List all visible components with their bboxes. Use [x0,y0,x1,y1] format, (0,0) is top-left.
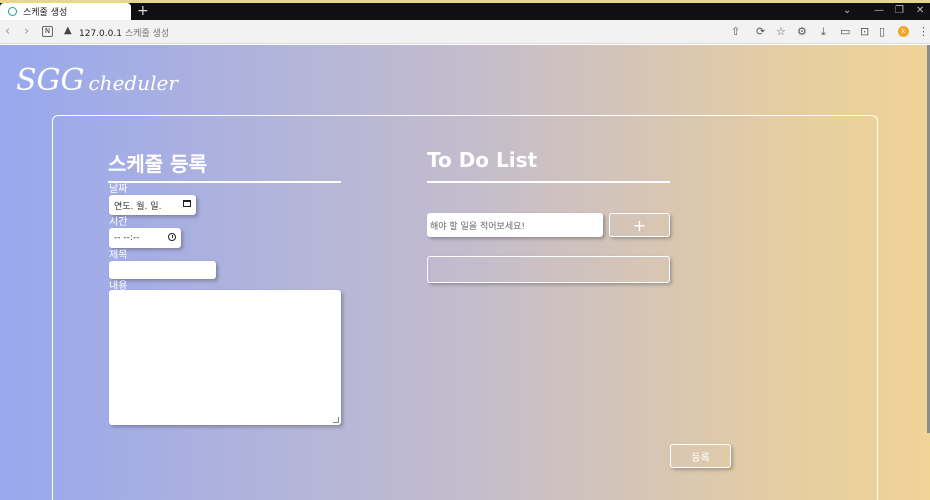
site-info-icon[interactable]: N [42,26,53,37]
browser-tab[interactable]: 스케줄 생성 [0,3,131,20]
todo-section-title: To Do List [427,148,538,172]
translate-icon[interactable]: ⟳ [756,25,765,38]
back-icon[interactable]: ‹ [5,24,10,39]
url-path: 스케줄 생성 [124,29,170,39]
calendar-icon[interactable] [183,200,191,207]
share-icon[interactable]: ⇧ [731,25,740,38]
subject-label: 제목 [109,250,128,261]
clock-icon[interactable] [168,233,176,241]
logo-initials: SGG [16,63,85,98]
schedule-section-title: 스케줄 등록 [108,152,207,176]
restore-icon[interactable]: ❐ [895,5,904,16]
url-host: 127.0.0.1 [79,29,122,39]
new-tab-button[interactable]: + [137,4,149,18]
side-panel-icon[interactable]: ▯ [879,25,885,38]
profile-avatar[interactable]: k [898,26,909,37]
todo-input[interactable]: 해야 할 일을 적어보세요! [427,213,603,237]
tab-search-icon[interactable]: ⌄ [843,5,851,16]
tab-title: 스케줄 생성 [23,8,68,18]
date-label: 날짜 [109,184,128,195]
address-bar: ‹ › N ▲ 127.0.0.1 스케줄 생성 ⇧ ⟳ ☆ ⚙ ⤓ ▭ ⊡ ▯ … [0,20,930,44]
screenshot-icon[interactable]: ⊡ [860,25,869,38]
app-logo[interactable]: SGG cheduler [16,63,178,98]
content-textarea[interactable] [109,290,341,425]
forward-icon[interactable]: › [24,24,29,39]
download-icon[interactable]: ⤓ [821,25,826,39]
todo-list [427,256,670,283]
time-label: 시간 [109,217,128,228]
time-placeholder: -- --:-- [114,233,140,243]
resize-grip-icon[interactable] [333,417,339,423]
page-loading-icon [8,7,17,16]
date-input[interactable]: 연도. 월. 일. [109,195,196,215]
close-window-icon[interactable]: ✕ [916,5,924,16]
add-todo-button[interactable]: + [609,213,670,237]
cast-icon[interactable]: ▭ [840,25,850,38]
todo-title-divider [427,181,670,183]
date-placeholder: 연도. 월. 일. [114,201,162,212]
extensions-icon[interactable]: ⚙ [797,25,807,38]
browser-tab-bar: 스케줄 생성 + ⌄ — ❐ ✕ [0,0,930,20]
minimize-icon[interactable]: — [874,5,884,16]
page-background: SGG cheduler 스케줄 등록 날짜 연도. 월. 일. 시간 -- --… [0,45,930,500]
schedule-title-divider [108,181,341,183]
bookmark-star-icon[interactable]: ☆ [776,25,786,38]
more-menu-icon[interactable]: ⋮ [918,25,929,38]
not-secure-icon[interactable]: ▲ [64,25,72,36]
logo-word: cheduler [88,71,178,95]
submit-button[interactable]: 등록 [670,444,731,468]
url-text[interactable]: 127.0.0.1 스케줄 생성 [79,26,169,39]
time-input[interactable]: -- --:-- [109,228,181,248]
